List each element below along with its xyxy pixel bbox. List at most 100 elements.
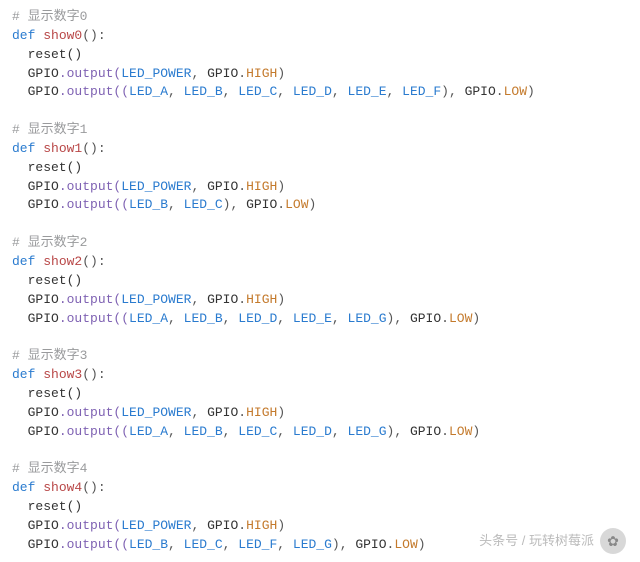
method-output: .output(( xyxy=(59,311,129,326)
code-block: # 显示数字0def show0():reset()GPIO.output(LE… xyxy=(12,8,628,554)
code-call-reset: reset() xyxy=(12,46,628,65)
function-name: show2 xyxy=(43,254,82,269)
code-call-output: GPIO.output((LED_B, LED_C), GPIO.LOW) xyxy=(12,196,628,215)
function-name: show4 xyxy=(43,480,82,495)
code-call-reset: reset() xyxy=(12,159,628,178)
const-low: LOW xyxy=(449,424,472,439)
method-output: .output(( xyxy=(59,84,129,99)
ident-gpio: GPIO xyxy=(28,311,59,326)
code-comment: # 显示数字3 xyxy=(12,347,628,366)
method-output: .output( xyxy=(59,518,121,533)
blank-line xyxy=(12,215,628,234)
signature: (): xyxy=(82,480,105,495)
const-led-pin: LED_B xyxy=(184,424,223,439)
code-def-line: def show3(): xyxy=(12,366,628,385)
method-output: .output( xyxy=(59,292,121,307)
function-name: show0 xyxy=(43,28,82,43)
code-call-output: GPIO.output((LED_B, LED_C, LED_F, LED_G)… xyxy=(12,536,628,555)
code-call-reset: reset() xyxy=(12,498,628,517)
const-led-power: LED_POWER xyxy=(121,518,191,533)
const-led-pin: LED_B xyxy=(129,197,168,212)
const-high: HIGH xyxy=(246,292,277,307)
const-led-pin: LED_G xyxy=(348,311,387,326)
const-low: LOW xyxy=(285,197,308,212)
code-call-reset: reset() xyxy=(12,272,628,291)
keyword-def: def xyxy=(12,367,35,382)
call-reset: reset() xyxy=(28,47,83,62)
code-call-output: GPIO.output((LED_A, LED_B, LED_D, LED_E,… xyxy=(12,310,628,329)
function-name: show1 xyxy=(43,141,82,156)
ident-gpio: GPIO xyxy=(28,424,59,439)
call-reset: reset() xyxy=(28,160,83,175)
const-led-pin: LED_A xyxy=(129,424,168,439)
const-led-pin: LED_C xyxy=(238,424,277,439)
code-call-reset: reset() xyxy=(12,385,628,404)
method-output: .output(( xyxy=(59,197,129,212)
method-output: .output( xyxy=(59,405,121,420)
const-led-power: LED_POWER xyxy=(121,179,191,194)
call-reset: reset() xyxy=(28,273,83,288)
const-high: HIGH xyxy=(246,405,277,420)
code-call-power: GPIO.output(LED_POWER, GPIO.HIGH) xyxy=(12,65,628,84)
const-led-pin: LED_A xyxy=(129,84,168,99)
const-led-power: LED_POWER xyxy=(121,292,191,307)
const-led-pin: LED_D xyxy=(238,311,277,326)
const-high: HIGH xyxy=(246,518,277,533)
method-output: .output( xyxy=(59,66,121,81)
ident-gpio: GPIO xyxy=(207,292,238,307)
const-led-pin: LED_C xyxy=(238,84,277,99)
const-led-pin: LED_C xyxy=(184,197,223,212)
const-led-pin: LED_B xyxy=(184,311,223,326)
code-comment: # 显示数字2 xyxy=(12,234,628,253)
code-call-power: GPIO.output(LED_POWER, GPIO.HIGH) xyxy=(12,178,628,197)
const-high: HIGH xyxy=(246,179,277,194)
ident-gpio: GPIO xyxy=(465,84,496,99)
ident-gpio: GPIO xyxy=(28,518,59,533)
code-def-line: def show0(): xyxy=(12,27,628,46)
const-led-pin: LED_A xyxy=(129,311,168,326)
ident-gpio: GPIO xyxy=(28,179,59,194)
ident-gpio: GPIO xyxy=(410,311,441,326)
ident-gpio: GPIO xyxy=(28,292,59,307)
ident-gpio: GPIO xyxy=(207,179,238,194)
code-def-line: def show1(): xyxy=(12,140,628,159)
ident-gpio: GPIO xyxy=(28,84,59,99)
ident-gpio: GPIO xyxy=(28,405,59,420)
code-call-power: GPIO.output(LED_POWER, GPIO.HIGH) xyxy=(12,291,628,310)
const-low: LOW xyxy=(504,84,527,99)
const-led-pin: LED_G xyxy=(348,424,387,439)
method-output: .output( xyxy=(59,179,121,194)
code-def-line: def show4(): xyxy=(12,479,628,498)
const-led-pin: LED_D xyxy=(293,424,332,439)
const-led-power: LED_POWER xyxy=(121,66,191,81)
keyword-def: def xyxy=(12,254,35,269)
code-comment: # 显示数字0 xyxy=(12,8,628,27)
ident-gpio: GPIO xyxy=(410,424,441,439)
const-led-power: LED_POWER xyxy=(121,405,191,420)
const-led-pin: LED_E xyxy=(293,311,332,326)
ident-gpio: GPIO xyxy=(28,66,59,81)
signature: (): xyxy=(82,28,105,43)
const-led-pin: LED_F xyxy=(402,84,441,99)
blank-line xyxy=(12,441,628,460)
call-reset: reset() xyxy=(28,386,83,401)
const-high: HIGH xyxy=(246,66,277,81)
const-led-pin: LED_D xyxy=(293,84,332,99)
keyword-def: def xyxy=(12,28,35,43)
code-comment: # 显示数字1 xyxy=(12,121,628,140)
code-call-power: GPIO.output(LED_POWER, GPIO.HIGH) xyxy=(12,517,628,536)
blank-line xyxy=(12,328,628,347)
keyword-def: def xyxy=(12,480,35,495)
ident-gpio: GPIO xyxy=(28,197,59,212)
function-name: show3 xyxy=(43,367,82,382)
keyword-def: def xyxy=(12,141,35,156)
code-comment: # 显示数字4 xyxy=(12,460,628,479)
const-led-pin: LED_B xyxy=(184,84,223,99)
const-low: LOW xyxy=(449,311,472,326)
code-call-output: GPIO.output((LED_A, LED_B, LED_C, LED_D,… xyxy=(12,423,628,442)
ident-gpio: GPIO xyxy=(207,518,238,533)
signature: (): xyxy=(82,367,105,382)
signature: (): xyxy=(82,141,105,156)
method-output: .output(( xyxy=(59,424,129,439)
call-reset: reset() xyxy=(28,499,83,514)
